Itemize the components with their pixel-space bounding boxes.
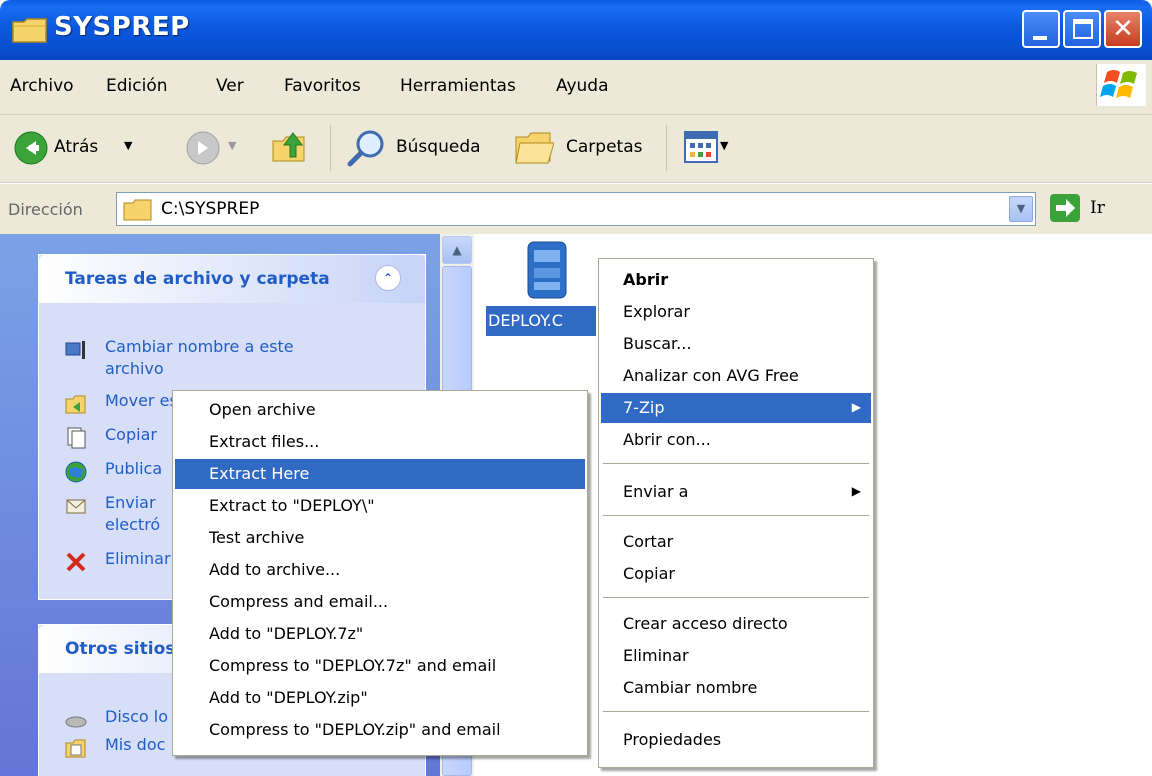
window-title: SYSPREP <box>54 12 190 42</box>
menu-separator <box>603 463 869 464</box>
menu-separator <box>603 515 869 516</box>
7zip-submenu: Open archive Extract files... Extract He… <box>172 390 588 756</box>
search-button[interactable]: Búsqueda <box>396 137 481 157</box>
submenu-item-open-archive[interactable]: Open archive <box>175 395 585 425</box>
file-tasks-header[interactable]: Tareas de archivo y carpeta ⌃ <box>39 255 425 303</box>
address-label: Dirección <box>8 200 83 219</box>
menu-item-delete[interactable]: Eliminar <box>601 641 871 671</box>
toolbar: Atrás ▼ ▼ Búsqueda Carpetas ▼ <box>0 115 1152 183</box>
close-icon: ✕ <box>1112 14 1134 44</box>
submenu-item-extract-here[interactable]: Extract Here <box>175 459 585 489</box>
search-icon[interactable] <box>346 127 388 169</box>
go-button[interactable]: Ir <box>1090 198 1105 218</box>
menu-herramientas[interactable]: Herramientas <box>400 76 516 96</box>
maximize-button[interactable] <box>1063 10 1101 48</box>
documents-icon <box>65 739 86 758</box>
forward-dropdown-icon[interactable]: ▼ <box>228 139 236 152</box>
menu-favoritos[interactable]: Favoritos <box>284 76 361 96</box>
folders-icon[interactable] <box>514 129 554 167</box>
forward-arrow-icon[interactable] <box>186 131 220 165</box>
folder-icon <box>12 18 47 43</box>
views-icon[interactable] <box>684 131 718 163</box>
submenu-item-add-zip[interactable]: Add to "DEPLOY.zip" <box>175 683 585 713</box>
globe-icon <box>65 461 87 483</box>
other-places-title: Otros sitios <box>65 639 176 659</box>
menu-item-open-with[interactable]: Abrir con... <box>601 425 871 455</box>
menu-item-7zip[interactable]: 7-Zip ▶ <box>601 393 871 423</box>
maximize-icon <box>1073 19 1093 39</box>
windows-logo-icon <box>1096 64 1146 106</box>
title-bar[interactable]: SYSPREP ✕ <box>0 0 1152 60</box>
menu-item-search[interactable]: Buscar... <box>601 329 871 359</box>
toolbar-separator <box>666 125 667 171</box>
disk-icon <box>65 716 87 728</box>
menu-item-copy[interactable]: Copiar <box>601 559 871 589</box>
menu-item-avg-scan[interactable]: Analizar con AVG Free <box>601 361 871 391</box>
file-tasks-title: Tareas de archivo y carpeta <box>65 269 330 289</box>
submenu-arrow-icon: ▶ <box>851 484 861 498</box>
minimize-icon <box>1033 36 1047 40</box>
minimize-button[interactable] <box>1022 10 1060 48</box>
delete-icon <box>66 552 86 572</box>
menu-separator <box>603 597 869 598</box>
context-menu: Abrir Explorar Buscar... Analizar con AV… <box>598 258 874 768</box>
rename-icon <box>65 341 85 359</box>
address-dropdown-icon[interactable]: ▼ <box>1009 196 1033 222</box>
back-button[interactable]: Atrás <box>54 137 98 157</box>
go-arrow-icon[interactable] <box>1050 194 1080 222</box>
collapse-icon[interactable]: ⌃ <box>375 265 401 291</box>
menu-bar: Archivo Edición Ver Favoritos Herramient… <box>0 60 1152 115</box>
copy-icon <box>67 427 86 449</box>
menu-item-cut[interactable]: Cortar <box>601 527 871 557</box>
submenu-item-compress-7z-email[interactable]: Compress to "DEPLOY.7z" and email <box>175 651 585 681</box>
address-bar: Dirección C:\SYSPREP ▼ Ir <box>0 184 1152 234</box>
toolbar-separator <box>330 125 331 171</box>
scroll-up-icon[interactable]: ▲ <box>442 236 472 264</box>
menu-item-send-to[interactable]: Enviar a ▶ <box>601 477 871 507</box>
up-folder-icon[interactable] <box>270 127 310 167</box>
submenu-item-extract-to[interactable]: Extract to "DEPLOY\" <box>175 491 585 521</box>
submenu-arrow-icon: ▶ <box>851 400 861 414</box>
close-button[interactable]: ✕ <box>1104 10 1142 48</box>
submenu-item-compress-email[interactable]: Compress and email... <box>175 587 585 617</box>
submenu-item-add-7z[interactable]: Add to "DEPLOY.7z" <box>175 619 585 649</box>
address-value: C:\SYSPREP <box>161 199 260 219</box>
menu-item-properties[interactable]: Propiedades <box>601 725 871 755</box>
folders-button[interactable]: Carpetas <box>566 137 642 157</box>
menu-item-explore[interactable]: Explorar <box>601 297 871 327</box>
submenu-item-test-archive[interactable]: Test archive <box>175 523 585 553</box>
submenu-item-add-to-archive[interactable]: Add to archive... <box>175 555 585 585</box>
file-icon[interactable] <box>524 240 570 300</box>
menu-item-rename[interactable]: Cambiar nombre <box>601 673 871 703</box>
submenu-item-compress-zip-email[interactable]: Compress to "DEPLOY.zip" and email <box>175 715 585 745</box>
menu-separator <box>603 711 869 712</box>
folder-icon <box>123 199 152 221</box>
menu-edicion[interactable]: Edición <box>106 76 168 96</box>
file-name-label[interactable]: DEPLOY.C <box>486 306 596 336</box>
views-dropdown-icon[interactable]: ▼ <box>720 139 728 152</box>
menu-ayuda[interactable]: Ayuda <box>556 76 609 96</box>
email-icon <box>66 499 86 514</box>
submenu-item-extract-files[interactable]: Extract files... <box>175 427 585 457</box>
move-icon <box>65 395 86 414</box>
menu-ver[interactable]: Ver <box>216 76 244 96</box>
menu-item-open[interactable]: Abrir <box>601 265 871 295</box>
menu-archivo[interactable]: Archivo <box>10 76 74 96</box>
menu-item-create-shortcut[interactable]: Crear acceso directo <box>601 609 871 639</box>
address-field[interactable]: C:\SYSPREP ▼ <box>116 192 1036 226</box>
back-dropdown-icon[interactable]: ▼ <box>124 139 132 152</box>
back-arrow-icon[interactable] <box>14 131 48 165</box>
